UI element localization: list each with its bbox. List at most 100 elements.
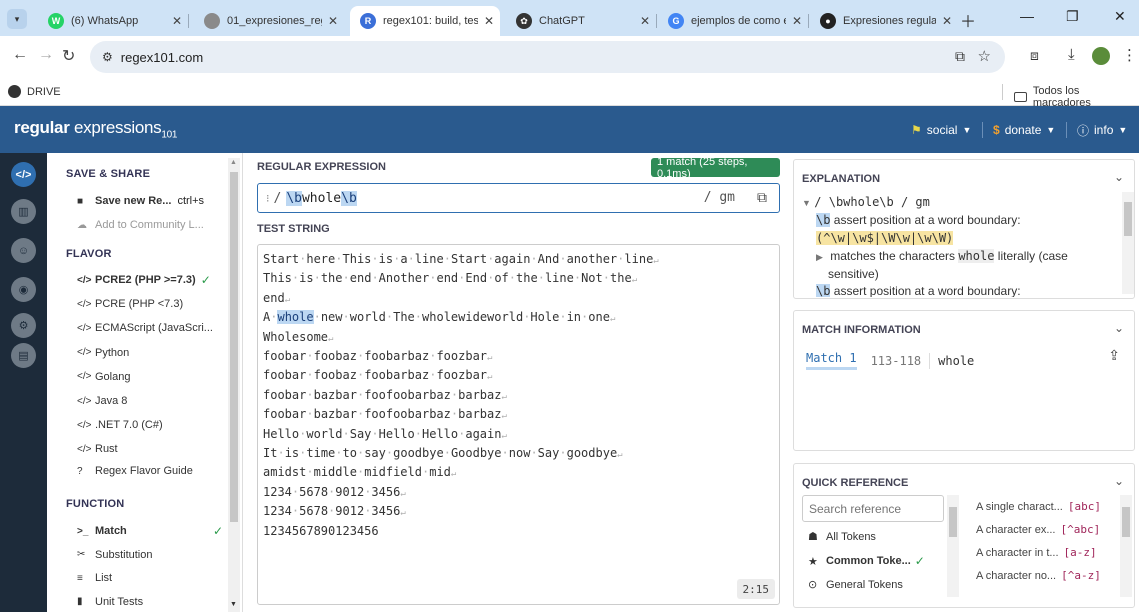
bookmark-drive[interactable]: DRIVE: [8, 85, 61, 98]
explanation-scroll-thumb[interactable]: [1124, 202, 1132, 236]
tree-expand-icon[interactable]: ▶: [816, 252, 823, 262]
categories-scroll-thumb[interactable]: [949, 507, 957, 537]
tree-expand-icon[interactable]: ▼: [802, 198, 811, 208]
forward-arrow-icon[interactable]: →: [38, 46, 54, 64]
whitespace-marker: ·: [450, 387, 459, 402]
quick-reference-panel: QUICK REFERENCE ⌄ ☗ All Tokens ★ Common Tok…: [793, 463, 1135, 608]
scroll-up-icon[interactable]: ▲: [230, 159, 237, 166]
info-button[interactable]: ⓘ info ▼: [1071, 117, 1133, 143]
app-logo[interactable]: regular expressions101: [14, 118, 177, 140]
site-settings-icon[interactable]: ⚙: [102, 50, 113, 64]
whitespace-marker: ·: [530, 252, 538, 266]
close-tab-icon[interactable]: ✕: [786, 14, 808, 28]
reference-list-scrollbar[interactable]: [1120, 495, 1132, 597]
test-string-line: A·whole·new·world·The·wholewideworld·Hol…: [263, 310, 616, 325]
browser-tab[interactable]: Gejemplos de como er ✕: [658, 6, 808, 36]
close-tab-icon[interactable]: ✕: [936, 14, 958, 28]
new-tab-button[interactable]: ＋: [960, 8, 976, 32]
function-option[interactable]: >_ Match ✓: [77, 521, 237, 541]
user-icon[interactable]: ☺: [11, 238, 36, 263]
export-icon[interactable]: ⇪: [1108, 347, 1120, 364]
search-reference-input[interactable]: [802, 495, 944, 522]
reference-category[interactable]: ☗ All Tokens: [808, 530, 876, 544]
test-string-editor[interactable]: Start·here·This·is·a·line·Start·again·An…: [257, 244, 780, 605]
reference-entry[interactable]: A single charact... [abc]: [976, 500, 1101, 513]
bookmark-star-icon[interactable]: ☆: [978, 47, 991, 65]
function-option[interactable]: ▮ Unit Tests: [77, 592, 237, 612]
add-to-community-button[interactable]: ☁ Add to Community L...: [77, 215, 237, 235]
match-divider: [929, 352, 931, 369]
regex-flavor-guide-link[interactable]: ? Regex Flavor Guide: [77, 461, 237, 481]
browser-tab[interactable]: ✿ ChatGPT ✕: [506, 6, 656, 36]
menu-icon[interactable]: ⋮: [1122, 46, 1137, 64]
browser-tab[interactable]: 01_expresiones_regul✕: [194, 6, 344, 36]
flavor-option[interactable]: </> .NET 7.0 (C#): [77, 415, 237, 435]
save-new-regex-button[interactable]: ■ Save new Re... ctrl+s: [77, 191, 237, 211]
chevron-down-icon[interactable]: ⌄: [1114, 170, 1124, 184]
settings-icon[interactable]: ⚙: [11, 313, 36, 338]
close-tab-icon[interactable]: ✕: [478, 14, 500, 28]
back-arrow-icon[interactable]: ←: [12, 46, 28, 64]
explanation-token: \b: [816, 284, 831, 297]
copy-icon[interactable]: ⧉: [757, 189, 767, 206]
close-window-icon[interactable]: ✕: [1114, 8, 1126, 25]
flavor-option[interactable]: </> ECMAScript (JavaScri...: [77, 318, 237, 338]
match-status-badge: 1 match (25 steps, 0.1ms): [651, 156, 780, 180]
whitespace-marker: ·: [429, 349, 437, 363]
flavor-option[interactable]: </> Rust: [77, 439, 237, 459]
minimize-icon[interactable]: —: [1020, 8, 1034, 24]
function-option[interactable]: ≡ List: [77, 568, 237, 588]
reference-categories-scrollbar[interactable]: [947, 495, 959, 597]
flavor-option[interactable]: </> PCRE (PHP <7.3): [77, 294, 237, 314]
flavor-option[interactable]: </> Java 8: [77, 391, 237, 411]
close-tab-icon[interactable]: ✕: [322, 14, 344, 28]
regex-pattern[interactable]: \bwhole\b: [286, 190, 357, 206]
donate-button[interactable]: $ donate ▼: [987, 117, 1061, 143]
restore-icon[interactable]: ❐: [1066, 8, 1079, 25]
sidebar-scroll-thumb[interactable]: [230, 172, 238, 522]
explanation-text: assert position at a word boundary:: [830, 284, 1021, 297]
discord-icon[interactable]: ◉: [11, 277, 36, 302]
address-bar[interactable]: ⚙ regex101.com ⧉ ☆: [90, 41, 1005, 73]
test-string-label: TEST STRING: [257, 223, 330, 235]
flavor-label: ECMAScript (JavaScri...: [95, 322, 213, 335]
reference-scroll-thumb[interactable]: [1122, 507, 1130, 537]
scroll-down-icon[interactable]: ▼: [230, 601, 237, 608]
match-row[interactable]: Match 1 113-118 whole: [806, 351, 974, 370]
regex-flags[interactable]: / gm: [704, 190, 735, 205]
reference-entry[interactable]: A character no... [^a-z]: [976, 569, 1101, 582]
chevron-down-icon[interactable]: ⌄: [1114, 321, 1124, 335]
chat-icon[interactable]: ▤: [11, 343, 36, 368]
flavor-option[interactable]: </> Golang: [77, 367, 237, 387]
browser-tab[interactable]: W (6) WhatsApp ✕: [38, 6, 188, 36]
chevron-down-icon: ▾: [14, 13, 20, 24]
browser-tab[interactable]: Rregex101: build, test, ✕: [350, 6, 500, 36]
browser-tab[interactable]: ● Expresiones regulare✕: [810, 6, 958, 36]
reference-category[interactable]: ⊙ General Tokens: [808, 578, 903, 592]
close-tab-icon[interactable]: ✕: [166, 14, 188, 28]
flavor-option[interactable]: </> PCRE2 (PHP >=7.3) ✓: [77, 270, 237, 290]
reference-entry[interactable]: A character ex... [^abc]: [976, 523, 1100, 536]
function-option[interactable]: ✂ Substitution: [77, 545, 237, 565]
downloads-icon[interactable]: ⤓: [1068, 46, 1075, 63]
chevron-down-icon[interactable]: ⌄: [1114, 474, 1124, 488]
library-icon[interactable]: ▥: [11, 199, 36, 224]
sidebar-scrollbar[interactable]: ▲ ▼: [228, 158, 240, 612]
social-button[interactable]: ⚑ social ▼: [905, 117, 977, 143]
checkmark-icon: ✓: [212, 524, 223, 538]
drag-handle-icon[interactable]: ⁝: [266, 192, 270, 205]
install-app-icon[interactable]: ⧉: [955, 48, 965, 65]
regex-flavor-guide-label: Regex Flavor Guide: [95, 465, 193, 477]
explanation-scrollbar[interactable]: [1122, 192, 1134, 294]
regex-input[interactable]: ⁝ / \bwhole\b / gm ⧉: [257, 183, 780, 213]
reload-icon[interactable]: ↻: [62, 46, 75, 66]
tab-search-button[interactable]: ▾: [7, 9, 27, 29]
reference-entry[interactable]: A character in t... [a-z]: [976, 546, 1097, 559]
extensions-icon[interactable]: ⧈: [1030, 47, 1039, 64]
flavor-option[interactable]: </> Python: [77, 343, 237, 363]
close-tab-icon[interactable]: ✕: [634, 14, 656, 28]
test-string-line: 1234·5678·9012·3456↵: [263, 504, 406, 519]
profile-avatar[interactable]: [1092, 47, 1110, 65]
reference-category[interactable]: ★ Common Toke... ✓: [808, 554, 925, 568]
code-icon[interactable]: </>: [11, 162, 36, 187]
